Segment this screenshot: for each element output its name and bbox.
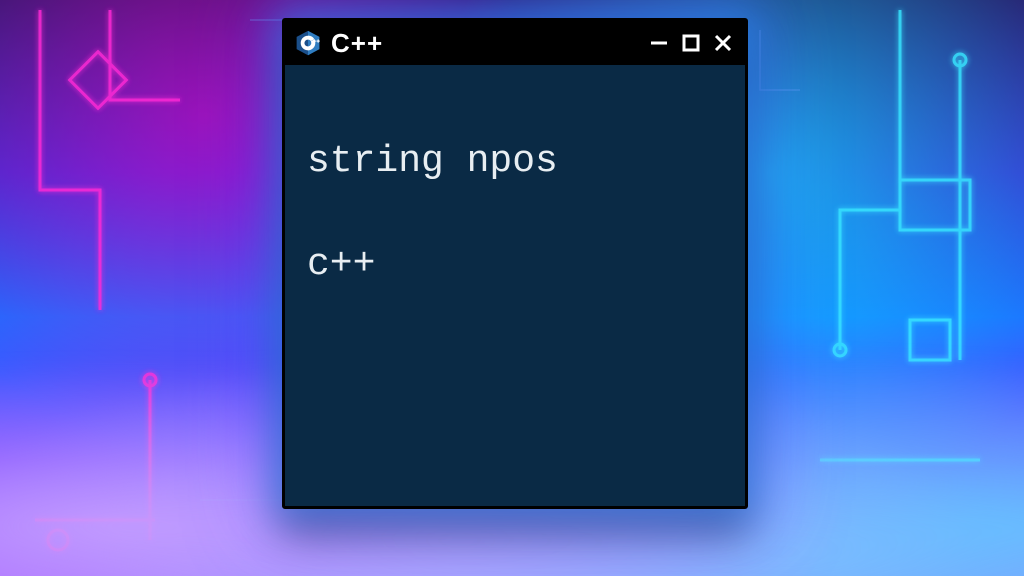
code-line-2: c++: [307, 239, 723, 290]
minimize-button[interactable]: [649, 33, 669, 53]
cpp-icon: [295, 30, 321, 56]
close-button[interactable]: [713, 33, 733, 53]
maximize-button[interactable]: [681, 33, 701, 53]
window-controls: [649, 33, 735, 53]
code-line-1: string npos: [307, 136, 723, 187]
scene-background: C++ string npos c++: [0, 0, 1024, 576]
terminal-content: string npos c++: [285, 65, 745, 361]
window-title: C++: [331, 28, 383, 59]
titlebar[interactable]: C++: [285, 21, 745, 65]
terminal-window: C++ string npos c++: [282, 18, 748, 509]
